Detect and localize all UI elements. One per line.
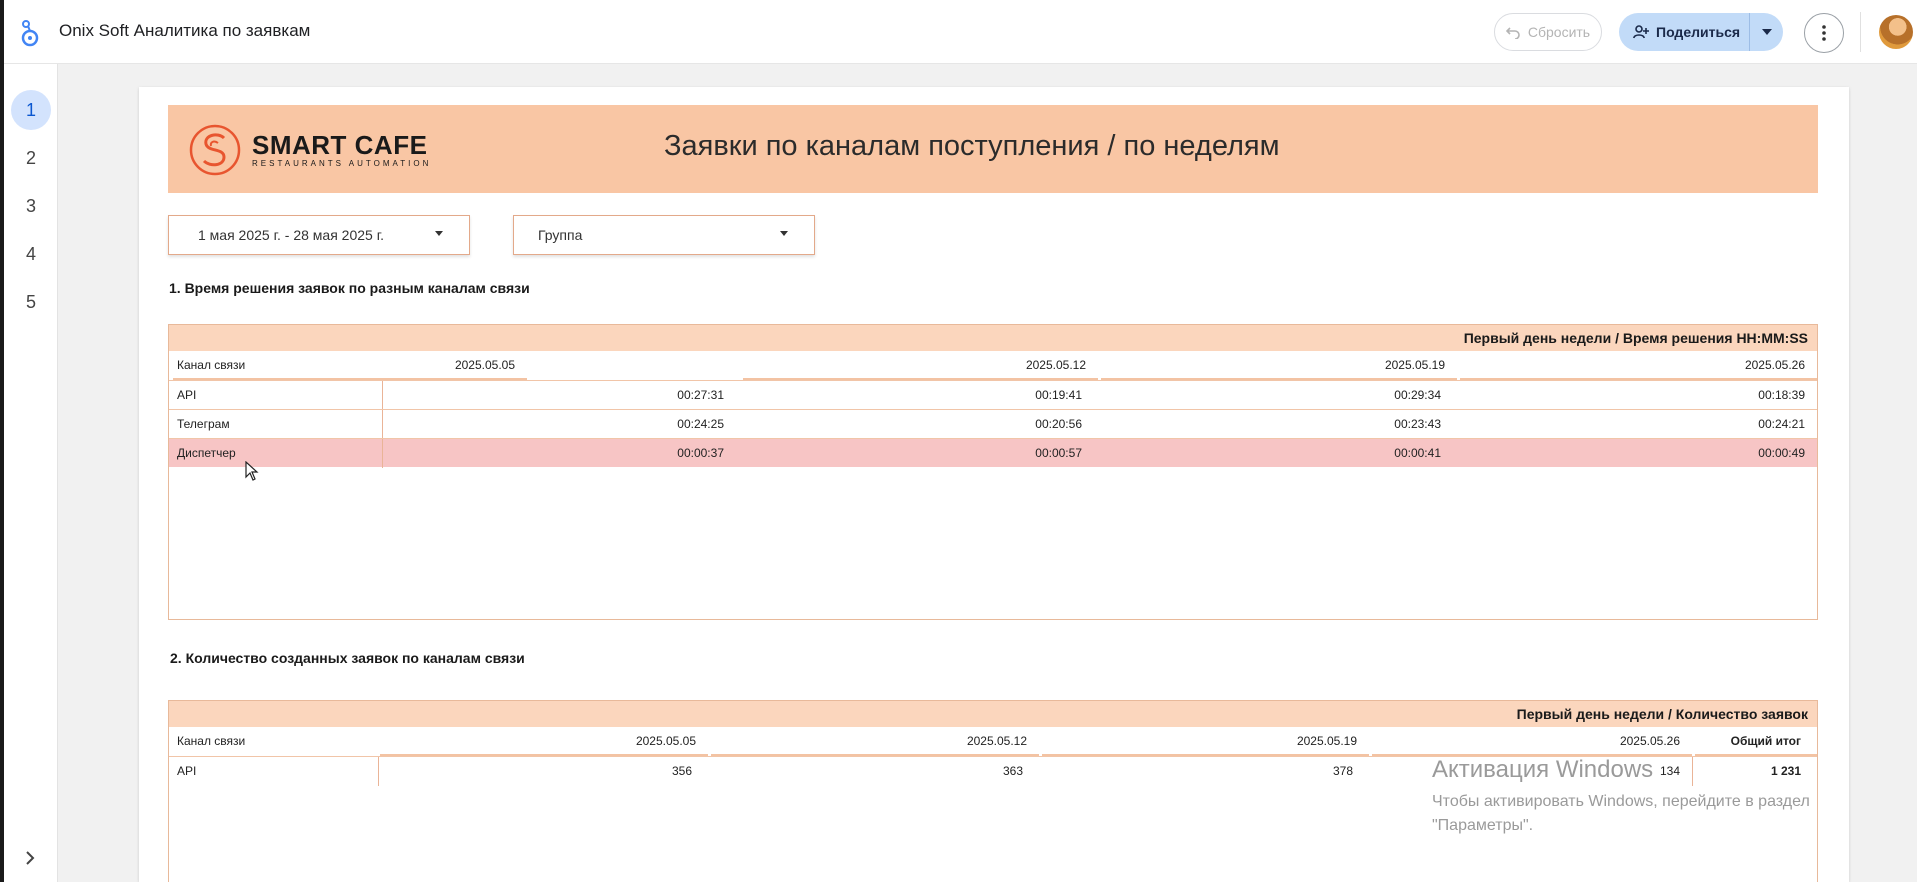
column-header-week[interactable]: 2025.05.12 bbox=[711, 727, 1039, 756]
windows-activation-watermark: Активация Windows Чтобы активировать Win… bbox=[1432, 756, 1810, 838]
group-filter[interactable]: Группа bbox=[513, 215, 815, 255]
column-header-channel[interactable]: Канал связи bbox=[177, 727, 245, 756]
channel-cell: API bbox=[177, 764, 197, 778]
table-header: Первый день недели / Количество заявок bbox=[169, 701, 1817, 727]
page-4-link[interactable]: 4 bbox=[11, 234, 51, 274]
caret-down-icon bbox=[1761, 29, 1772, 35]
column-header-week[interactable]: 2025.05.26 bbox=[1372, 727, 1692, 756]
section-2-title: 2. Количество созданных заявок по канала… bbox=[170, 650, 525, 666]
divider bbox=[382, 439, 383, 468]
reset-button[interactable]: Сбросить bbox=[1494, 13, 1602, 51]
vertical-dots-icon bbox=[1822, 25, 1826, 41]
expand-chevron-icon[interactable] bbox=[20, 848, 40, 868]
share-label: Поделиться bbox=[1656, 24, 1741, 40]
date-range-filter[interactable]: 1 мая 2025 г. - 28 мая 2025 г. bbox=[168, 215, 470, 255]
watermark-text: Чтобы активировать Windows, перейдите в … bbox=[1432, 793, 1810, 810]
add-person-icon bbox=[1633, 25, 1649, 39]
column-header-week[interactable]: 2025.05.05 bbox=[173, 351, 527, 380]
mouse-cursor-icon bbox=[245, 461, 259, 481]
table-header: Первый день недели / Время решения HH:MM… bbox=[169, 325, 1817, 351]
undo-icon bbox=[1505, 27, 1520, 39]
watermark-title: Активация Windows bbox=[1432, 756, 1654, 783]
page-3-link[interactable]: 3 bbox=[11, 186, 51, 226]
table-row[interactable]: API 00:27:31 00:19:41 00:29:34 00:18:39 bbox=[169, 380, 1817, 410]
column-header-total[interactable]: Общий итог bbox=[1695, 727, 1817, 756]
divider bbox=[1860, 12, 1861, 52]
value-cell: 00:00:41 bbox=[1394, 446, 1441, 460]
group-filter-label: Группа bbox=[538, 227, 583, 243]
divider bbox=[378, 757, 379, 786]
top-bar: Onix Soft Аналитика по заявкам Сбросить … bbox=[0, 0, 1917, 64]
reset-label: Сбросить bbox=[1527, 24, 1591, 40]
watermark-text: "Параметры". bbox=[1432, 817, 1534, 834]
column-header-week[interactable]: 2025.05.05 bbox=[380, 727, 708, 756]
table-row-highlighted[interactable]: Диспетчер 00:00:37 00:00:57 00:00:41 00:… bbox=[169, 438, 1817, 468]
page-2-link[interactable]: 2 bbox=[11, 138, 51, 178]
table-column-headers: Канал связи 2025.05.05 2025.05.12 2025.0… bbox=[169, 727, 1817, 756]
dropdown-arrow-icon bbox=[780, 231, 788, 236]
report-name[interactable]: Onix Soft Аналитика по заявкам bbox=[59, 21, 310, 41]
channel-cell: API bbox=[177, 388, 197, 402]
table-column-headers: Канал связи 2025.05.05 2025.05.12 2025.0… bbox=[169, 351, 1817, 380]
divider bbox=[382, 410, 383, 439]
section-1-title: 1. Время решения заявок по разным канала… bbox=[169, 280, 530, 296]
window-edge bbox=[0, 0, 4, 882]
value-cell: 363 bbox=[1002, 764, 1023, 778]
column-header-week[interactable]: 2025.05.12 bbox=[743, 351, 1098, 380]
column-header-week[interactable]: 2025.05.19 bbox=[1101, 351, 1457, 380]
more-options-button[interactable] bbox=[1804, 13, 1844, 53]
column-header-week[interactable]: 2025.05.19 bbox=[1042, 727, 1369, 756]
report-title: Заявки по каналам поступления / по недел… bbox=[664, 130, 1280, 162]
channel-cell: Диспетчер bbox=[177, 446, 236, 460]
value-cell: 00:18:39 bbox=[1758, 388, 1805, 402]
value-cell: 00:27:31 bbox=[677, 388, 724, 402]
value-cell: 00:29:34 bbox=[1394, 388, 1441, 402]
value-cell: 00:24:25 bbox=[677, 417, 724, 431]
brand-tagline: RESTAURANTS AUTOMATION bbox=[252, 159, 432, 168]
value-cell: 378 bbox=[1332, 764, 1353, 778]
value-cell: 00:00:57 bbox=[1035, 446, 1082, 460]
date-range-value: 1 мая 2025 г. - 28 мая 2025 г. bbox=[198, 227, 384, 243]
column-header-week[interactable]: 2025.05.26 bbox=[1460, 351, 1817, 380]
channel-cell: Телеграм bbox=[177, 417, 230, 431]
dropdown-arrow-icon bbox=[435, 231, 443, 236]
share-button[interactable]: Поделиться bbox=[1619, 13, 1783, 51]
page-5-link[interactable]: 5 bbox=[11, 282, 51, 322]
value-cell: 00:00:49 bbox=[1758, 446, 1805, 460]
value-cell: 00:20:56 bbox=[1035, 417, 1082, 431]
value-cell: 00:19:41 bbox=[1035, 388, 1082, 402]
page-navigation-rail: 1 2 3 4 5 bbox=[0, 64, 58, 882]
user-avatar[interactable] bbox=[1879, 15, 1913, 49]
smart-cafe-logo-icon bbox=[189, 124, 241, 176]
brand-name: SMART CAFE bbox=[252, 130, 428, 160]
value-cell: 00:24:21 bbox=[1758, 417, 1805, 431]
share-options-dropdown[interactable] bbox=[1749, 13, 1783, 51]
page-1-link[interactable]: 1 bbox=[11, 90, 51, 130]
resolution-time-table: Первый день недели / Время решения HH:MM… bbox=[168, 324, 1818, 620]
looker-studio-logo-icon[interactable] bbox=[18, 18, 44, 48]
value-cell: 356 bbox=[671, 764, 692, 778]
divider bbox=[382, 381, 383, 410]
value-cell: 00:00:37 bbox=[677, 446, 724, 460]
report-header: SMART CAFE RESTAURANTS AUTOMATION Заявки… bbox=[168, 105, 1818, 193]
table-row[interactable]: Телеграм 00:24:25 00:20:56 00:23:43 00:2… bbox=[169, 409, 1817, 439]
brand-logo: SMART CAFE RESTAURANTS AUTOMATION bbox=[188, 123, 431, 177]
value-cell: 00:23:43 bbox=[1394, 417, 1441, 431]
